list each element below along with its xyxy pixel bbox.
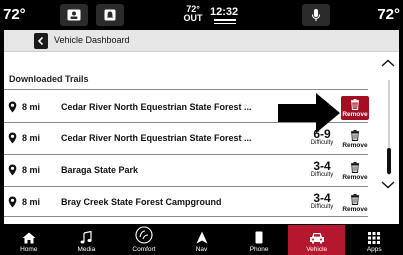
location-pin-icon [8,196,17,208]
scroll-down-icon[interactable] [380,180,396,190]
notification-button[interactable] [96,4,124,26]
location-pin-icon [8,164,17,176]
microphone-icon [311,9,321,21]
nav-comfort[interactable]: Comfort [115,225,173,255]
remove-label: Remove [342,173,368,181]
trail-name: Cedar River North Equestrian State Fores… [61,102,252,112]
trail-name: Baraga State Park [61,165,139,175]
page-title: Vehicle Dashboard [54,35,130,45]
clock: 12:32 [210,6,239,18]
difficulty-rating: 3-4 Difficulty [310,159,334,178]
nav-apps[interactable]: Apps [345,225,403,255]
trail-distance: 8 mi [22,197,41,207]
vehicle-icon [309,233,324,244]
phone-icon [255,231,263,244]
nav-phone[interactable]: Phone [230,225,288,255]
chevron-left-icon [37,36,44,46]
navigation-arrow-icon [196,231,208,244]
trail-row[interactable]: 8 mi Baraga State Park 3-4 Difficulty Re… [4,159,368,183]
trail-row[interactable]: 8 mi Bray Creek State Forest Campground … [4,191,368,215]
divider [4,89,368,90]
remove-button[interactable]: Remove [341,127,369,151]
trash-icon [351,98,359,110]
location-pin-icon [8,132,17,144]
driver-temperature[interactable]: 72° [3,6,26,23]
music-note-icon [80,231,92,244]
remove-label: Remove [342,110,368,118]
home-icon [22,232,36,244]
nav-navigation[interactable]: Nav [173,225,231,255]
divider [4,216,368,217]
trail-distance: 8 mi [22,165,41,175]
trail-name: Bray Creek State Forest Campground [61,197,222,207]
outside-temperature: 72° OUT [183,4,203,23]
callout-arrow-icon [278,93,340,133]
vehicle-dashboard-panel: Vehicle Dashboard Downloaded Trails 8 mi… [4,30,399,224]
remove-button[interactable]: Remove [341,96,369,120]
profile-icon [67,9,81,21]
trash-icon [351,129,359,141]
bell-icon [104,9,116,21]
remove-label: Remove [342,205,368,213]
status-bar: 72° 72° OUT 12:32 72° [0,0,403,30]
remove-button[interactable]: Remove [341,191,369,215]
scroll-up-icon[interactable] [380,58,396,68]
trash-icon [351,161,359,173]
remove-label: Remove [342,141,368,149]
nav-media[interactable]: Media [58,225,116,255]
voice-button[interactable] [302,4,330,26]
trash-icon [351,193,359,205]
trail-distance: 8 mi [22,133,41,143]
divider [4,186,368,187]
nav-home[interactable]: Home [0,225,58,255]
clock-underline [214,19,236,25]
comfort-icon [135,226,153,244]
page-header: Vehicle Dashboard [4,30,399,52]
difficulty-rating: 3-4 Difficulty [310,191,334,210]
section-title: Downloaded Trails [9,74,89,84]
nav-vehicle[interactable]: Vehicle [287,225,346,255]
remove-button[interactable]: Remove [341,159,369,183]
profile-button[interactable] [60,4,88,26]
location-pin-icon [8,101,17,113]
trail-distance: 8 mi [22,102,41,112]
passenger-temperature[interactable]: 72° [377,6,400,23]
scrollbar-thumb[interactable] [387,148,391,174]
trail-name: Cedar River North Equestrian State Fores… [61,133,252,143]
back-button[interactable] [34,33,48,49]
apps-grid-icon [368,232,381,244]
bottom-nav: Home Media Comfort Nav Phone Vehicle App… [0,225,403,255]
divider [4,154,368,155]
